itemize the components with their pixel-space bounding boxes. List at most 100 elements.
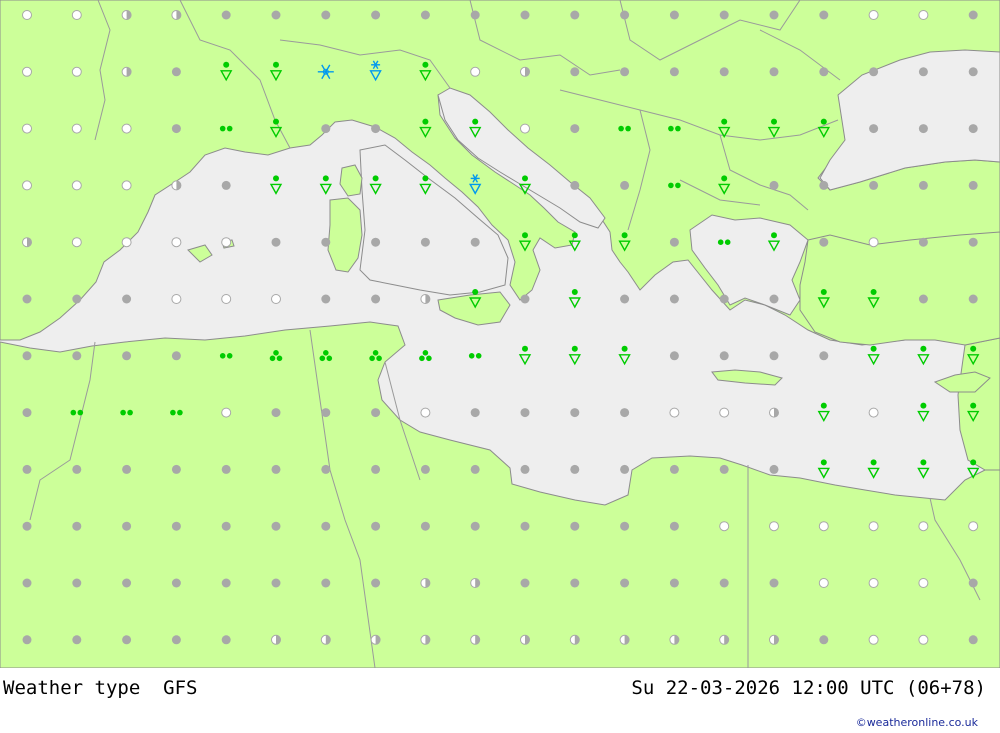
sunny-icon: [968, 521, 979, 532]
sunny-icon: [918, 578, 929, 588]
overcast-icon: [72, 464, 82, 474]
sunny-icon: [868, 521, 879, 532]
overcast-icon: [122, 351, 132, 361]
sunny-icon: [470, 66, 481, 77]
overcast-icon: [669, 521, 679, 531]
overcast-icon: [321, 521, 331, 531]
overcast-icon: [520, 408, 530, 418]
sunny-icon: [918, 10, 929, 20]
overcast-icon: [620, 67, 630, 77]
sunny-icon: [868, 10, 879, 20]
overcast-icon: [918, 237, 928, 247]
overcast-icon: [470, 408, 480, 418]
credit-link[interactable]: ©weatheronline.co.uk: [856, 716, 978, 729]
weather-map-view: Weather type GFS Su 22-03-2026 12:00 UTC…: [0, 0, 1000, 733]
sunny-icon: [221, 237, 232, 248]
sunny-icon: [868, 634, 879, 645]
overcast-icon: [221, 10, 231, 20]
sunny-icon: [171, 294, 182, 304]
overcast-icon: [669, 10, 679, 20]
valid-time: Su 22-03-2026 12:00 UTC (06+78): [631, 677, 986, 699]
overcast-icon: [570, 67, 580, 77]
sunny-icon: [71, 180, 82, 191]
sunny-icon: [71, 66, 82, 77]
partly-cloudy-icon: [769, 634, 779, 645]
weather-type-map: [0, 0, 1000, 668]
partly-cloudy-icon: [719, 634, 730, 645]
overcast-icon: [122, 578, 132, 588]
partly-cloudy-icon: [320, 634, 331, 645]
partly-cloudy-icon: [470, 578, 481, 588]
partly-cloudy-icon: [121, 66, 132, 77]
partly-cloudy-icon: [669, 634, 680, 645]
overcast-icon: [769, 180, 779, 190]
overcast-icon: [321, 294, 331, 304]
partly-cloudy-icon: [769, 407, 779, 418]
sunny-icon: [868, 578, 879, 588]
overcast-icon: [321, 464, 331, 474]
overcast-icon: [321, 10, 331, 20]
overcast-icon: [171, 635, 181, 645]
overcast-icon: [271, 521, 281, 531]
overcast-icon: [321, 124, 331, 134]
overcast-icon: [22, 635, 32, 645]
overcast-icon: [819, 635, 829, 645]
overcast-icon: [22, 408, 32, 418]
overcast-icon: [669, 237, 679, 247]
partly-cloudy-icon: [420, 578, 431, 588]
overcast-icon: [570, 464, 580, 474]
overcast-icon: [520, 464, 530, 474]
sunny-icon: [121, 180, 132, 191]
overcast-icon: [570, 408, 580, 418]
overcast-icon: [271, 464, 281, 474]
overcast-icon: [918, 180, 928, 190]
sunny-icon: [22, 180, 32, 191]
sunny-icon: [420, 407, 431, 418]
overcast-icon: [72, 294, 82, 304]
overcast-icon: [620, 464, 630, 474]
sunny-icon: [868, 237, 879, 248]
overcast-icon: [321, 578, 331, 588]
model-name: GFS: [163, 677, 198, 699]
overcast-icon: [570, 124, 580, 134]
overcast-icon: [769, 10, 779, 20]
partly-cloudy-icon: [271, 634, 281, 645]
overcast-icon: [72, 521, 82, 531]
partly-cloudy-icon: [619, 634, 630, 645]
overcast-icon: [22, 351, 32, 361]
overcast-icon: [72, 351, 82, 361]
overcast-icon: [669, 578, 679, 588]
overcast-icon: [869, 67, 879, 77]
partly-cloudy-icon: [22, 237, 32, 248]
overcast-icon: [669, 67, 679, 77]
sunny-icon: [719, 521, 730, 532]
overcast-icon: [918, 124, 928, 134]
overcast-icon: [570, 578, 580, 588]
overcast-icon: [669, 351, 679, 361]
overcast-icon: [620, 10, 630, 20]
overcast-icon: [122, 635, 132, 645]
overcast-icon: [869, 180, 879, 190]
overcast-icon: [122, 294, 132, 304]
overcast-icon: [470, 10, 480, 20]
overcast-icon: [420, 10, 430, 20]
overcast-icon: [371, 464, 381, 474]
overcast-icon: [420, 464, 430, 474]
overcast-icon: [321, 237, 331, 247]
overcast-icon: [968, 10, 978, 20]
sunny-icon: [221, 294, 232, 304]
overcast-icon: [520, 294, 530, 304]
overcast-icon: [122, 464, 132, 474]
partly-cloudy-icon: [569, 634, 580, 645]
partly-cloudy-icon: [470, 634, 481, 645]
overcast-icon: [171, 521, 181, 531]
overcast-icon: [520, 521, 530, 531]
sunny-icon: [868, 407, 879, 418]
partly-cloudy-icon: [121, 10, 132, 20]
sunny-icon: [918, 521, 929, 532]
overcast-icon: [869, 124, 879, 134]
sunny-icon: [22, 10, 32, 20]
overcast-icon: [918, 67, 928, 77]
overcast-icon: [769, 578, 779, 588]
overcast-icon: [669, 294, 679, 304]
